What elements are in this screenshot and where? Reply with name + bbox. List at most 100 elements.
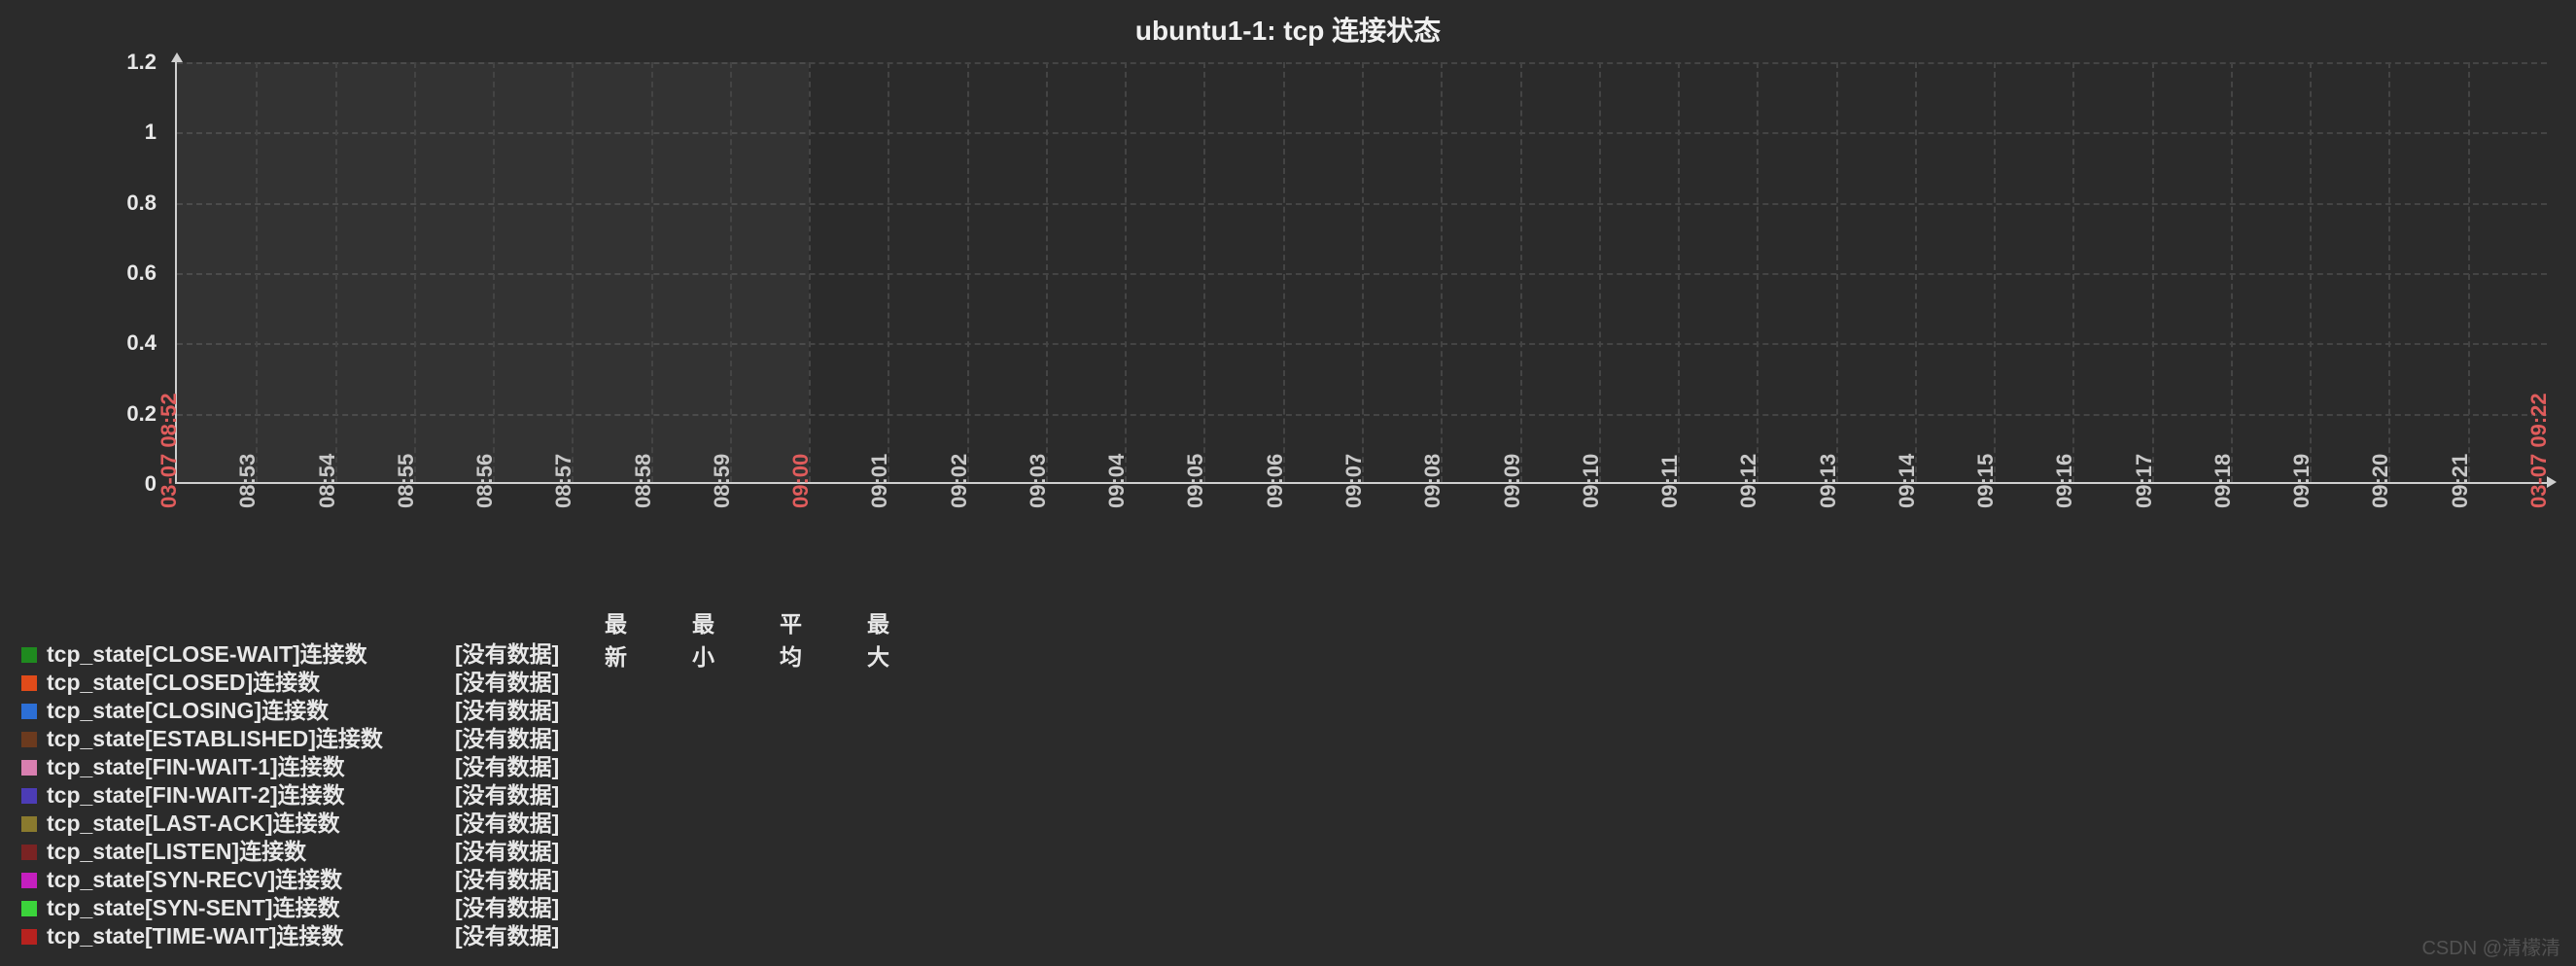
v-gridline [1203,62,1205,482]
y-axis-arrow-icon [171,52,183,62]
legend-row[interactable]: tcp_state[CLOSED]连接数[没有数据] [21,669,562,697]
v-gridline [1836,62,1838,482]
v-gridline [256,62,258,482]
x-tick-label: 09:00 [788,454,814,508]
x-tick-label: 09:13 [1816,454,1841,508]
chart-area[interactable]: 00.20.40.60.811.2 03-07 08:5208:5308:540… [0,62,2576,606]
legend-nodata: [没有数据] [455,869,562,891]
y-tick-label: 0.4 [126,330,157,356]
x-tick-label: 09:01 [867,454,892,508]
v-gridline [1599,62,1601,482]
legend-headers: 最新最小平均最大 [21,605,562,640]
y-tick-label: 0 [145,471,157,497]
x-tick-label: 09:10 [1579,454,1604,508]
v-gridline [1994,62,1996,482]
y-tick-label: 0.6 [126,260,157,286]
legend-nodata: [没有数据] [455,728,562,750]
legend-swatch-icon [21,675,37,691]
x-tick-label: 09:12 [1736,454,1761,508]
legend-column-header: 最小 [692,605,714,672]
x-tick-label: 09:02 [947,454,972,508]
legend-row[interactable]: tcp_state[LISTEN]连接数[没有数据] [21,838,562,866]
x-tick-label: 08:58 [631,454,656,508]
v-gridline [2152,62,2154,482]
legend-swatch-icon [21,647,37,663]
legend-row[interactable]: tcp_state[LAST-ACK]连接数[没有数据] [21,810,562,838]
v-gridline [414,62,416,482]
v-gridline [335,62,337,482]
x-tick-label: 09:09 [1500,454,1525,508]
legend-swatch-icon [21,704,37,719]
legend-series-name: tcp_state[SYN-SENT]连接数 [47,897,455,919]
legend-nodata: [没有数据] [455,672,562,694]
x-tick-label: 09:19 [2289,454,2315,508]
x-tick-label: 09:17 [2132,454,2157,508]
x-tick-label: 08:57 [551,454,576,508]
legend-row[interactable]: tcp_state[SYN-SENT]连接数[没有数据] [21,894,562,922]
v-gridline [1757,62,1758,482]
x-tick-label: 09:18 [2210,454,2236,508]
v-gridline [493,62,495,482]
x-tick-label: 03-07 09:22 [2526,393,2552,508]
v-gridline [1915,62,1917,482]
legend-column-header: 最大 [867,605,889,672]
legend-swatch-icon [21,788,37,804]
legend-series-name: tcp_state[LISTEN]连接数 [47,841,455,863]
x-tick-label: 09:11 [1657,455,1683,508]
legend-swatch-icon [21,732,37,747]
v-gridline [2231,62,2233,482]
legend-series-name: tcp_state[CLOSE-WAIT]连接数 [47,643,455,666]
x-tick-label: 09:14 [1895,454,1920,508]
y-axis: 00.20.40.60.811.2 [0,62,170,484]
y-tick-label: 0.2 [126,401,157,427]
legend-series-name: tcp_state[ESTABLISHED]连接数 [47,728,455,750]
x-tick-label: 08:53 [235,454,261,508]
v-gridline [572,62,574,482]
legend-row[interactable]: tcp_state[CLOSING]连接数[没有数据] [21,697,562,725]
legend-series-name: tcp_state[CLOSING]连接数 [47,700,455,722]
legend-swatch-icon [21,929,37,945]
y-tick-label: 1 [145,120,157,145]
x-tick-label: 09:06 [1263,454,1288,508]
v-gridline [1362,62,1364,482]
legend-nodata: [没有数据] [455,756,562,778]
legend-row[interactable]: tcp_state[CLOSE-WAIT]连接数[没有数据] [21,640,562,669]
y-tick-label: 0.8 [126,190,157,216]
legend-swatch-icon [21,873,37,888]
legend-nodata: [没有数据] [455,841,562,863]
x-tick-label: 09:16 [2052,454,2077,508]
legend-row[interactable]: tcp_state[SYN-RECV]连接数[没有数据] [21,866,562,894]
legend-table: 最新最小平均最大 tcp_state[CLOSE-WAIT]连接数[没有数据]t… [21,605,562,950]
x-tick-label: 03-07 08:52 [157,393,182,508]
legend-series-name: tcp_state[FIN-WAIT-1]连接数 [47,756,455,778]
v-gridline [2310,62,2312,482]
legend-swatch-icon [21,760,37,776]
legend-nodata: [没有数据] [455,784,562,807]
x-tick-label: 08:55 [394,454,419,508]
legend-series-name: tcp_state[CLOSED]连接数 [47,672,455,694]
v-gridline [1441,62,1443,482]
chart-title: ubuntu1-1: tcp 连接状态 [0,0,2576,62]
x-tick-label: 09:03 [1026,454,1051,508]
legend-row[interactable]: tcp_state[TIME-WAIT]连接数[没有数据] [21,922,562,950]
legend-series-name: tcp_state[TIME-WAIT]连接数 [47,925,455,948]
x-tick-label: 09:07 [1341,454,1367,508]
v-gridline [1125,62,1127,482]
v-gridline [809,62,811,482]
legend-row[interactable]: tcp_state[FIN-WAIT-1]连接数[没有数据] [21,753,562,781]
v-gridline [888,62,889,482]
legend-row[interactable]: tcp_state[FIN-WAIT-2]连接数[没有数据] [21,781,562,810]
x-tick-label: 09:21 [2448,454,2473,508]
x-tick-label: 09:20 [2368,454,2393,508]
legend-swatch-icon [21,901,37,916]
x-tick-label: 09:04 [1104,454,1130,508]
legend-nodata: [没有数据] [455,812,562,835]
v-gridline [2468,62,2470,482]
x-tick-label: 09:05 [1183,454,1208,508]
chart-panel: ubuntu1-1: tcp 连接状态 00.20.40.60.811.2 03… [0,0,2576,966]
v-gridline [1283,62,1285,482]
v-gridline [1678,62,1680,482]
plot-area[interactable] [175,62,2547,484]
legend-row[interactable]: tcp_state[ESTABLISHED]连接数[没有数据] [21,725,562,753]
v-gridline [2388,62,2390,482]
